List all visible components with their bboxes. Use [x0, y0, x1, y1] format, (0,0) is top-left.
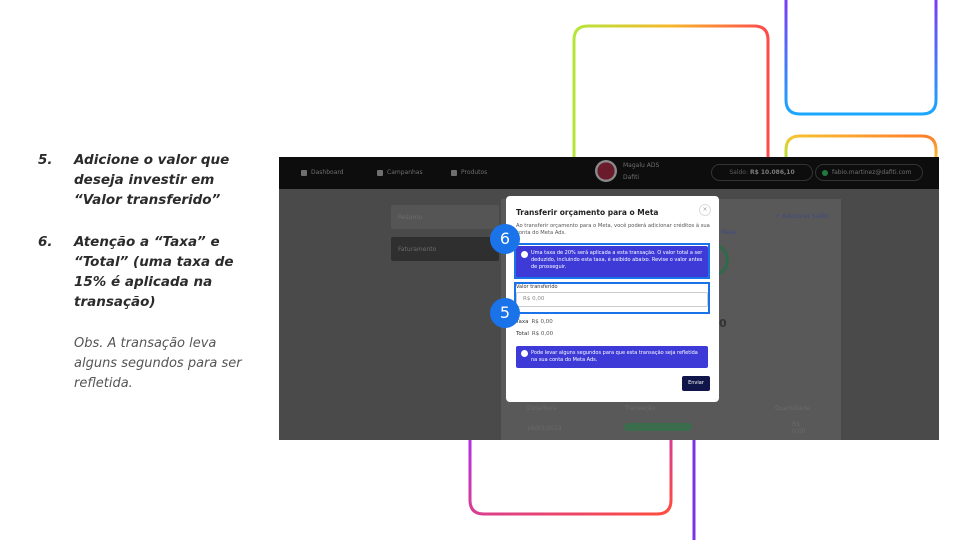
nav-label: Produtos	[461, 169, 488, 176]
user-menu[interactable]: fabio.martinez@dafiti.com	[815, 164, 923, 181]
slide: 5. Adicione o valor que deseja investir …	[0, 0, 960, 540]
info-notice: Pode levar alguns segundos para que esta…	[516, 346, 708, 368]
box-icon	[451, 169, 457, 176]
saldo-label: Saldo:	[729, 169, 748, 176]
step-number: 5.	[38, 152, 53, 168]
nav-label: Dashboard	[311, 169, 344, 176]
megaphone-icon	[377, 169, 383, 176]
step-text: Atenção a “Taxa” e “Total” (uma taxa de …	[74, 234, 234, 310]
row-transaction	[623, 423, 772, 433]
user-email: fabio.martinez@dafiti.com	[832, 169, 912, 176]
info-notice-text: Pode levar alguns segundos para que esta…	[531, 350, 698, 363]
col-date: Data/hora	[527, 404, 557, 412]
user-status-icon	[822, 169, 828, 176]
saldo-value: R$ 10.086,10	[749, 169, 795, 176]
home-icon	[301, 169, 307, 176]
close-icon[interactable]: ×	[699, 204, 711, 216]
step-6: 6. Atenção a “Taxa” e “Total” (uma taxa …	[38, 232, 253, 312]
modal-description: Ao transferir orçamento para o Meta, voc…	[516, 223, 710, 236]
info-icon	[521, 350, 528, 357]
saldo-pill[interactable]: Saldo: R$ 10.086,10	[711, 164, 813, 181]
fee-value: R$ 0,00	[531, 319, 553, 325]
nav-label: Campanhas	[387, 169, 423, 176]
badge-5: 5	[490, 298, 520, 328]
observation-note: Obs. A transação leva alguns segundos pa…	[74, 336, 242, 391]
meta-label: Meta	[721, 229, 736, 236]
add-balance-link[interactable]: + Adicionar Saldo	[775, 213, 829, 220]
step-5: 5. Adicione o valor que deseja investir …	[38, 150, 253, 210]
total-value: R$ 0,00	[531, 331, 554, 337]
col-quantity: Quantidade	[775, 404, 811, 412]
top-bar: Dashboard Campanhas Produtos Magalu ADS …	[279, 157, 939, 189]
modal-title: Transferir orçamento para o Meta	[516, 208, 659, 217]
brand-name: Magalu ADS	[623, 161, 660, 169]
brand-sub: Dafiti	[623, 173, 640, 181]
highlight-fee-warning	[514, 243, 710, 279]
row-date: 16/03/2023	[527, 424, 562, 432]
table-row: 16/03/2023 R$ 0,00	[501, 419, 841, 437]
instructions: 5. Adicione o valor que deseja investir …	[38, 150, 253, 394]
total-label: Total	[516, 331, 529, 337]
step-text: Adicione o valor que deseja investir em …	[74, 152, 230, 208]
col-transaction: Transação	[625, 404, 656, 412]
brand: Magalu ADS Dafiti	[595, 160, 659, 182]
nav-dashboard[interactable]: Dashboard	[301, 169, 344, 176]
sidebar: Resumo Faturamento	[391, 205, 499, 261]
sidebar-item-faturamento[interactable]: Faturamento	[391, 237, 499, 261]
sidebar-item-resumo[interactable]: Resumo	[391, 205, 499, 229]
badge-6: 6	[490, 224, 520, 254]
fee-row: Taxa R$ 0,00	[516, 319, 553, 325]
brand-logo-icon	[595, 160, 617, 182]
total-row: Total R$ 0,00	[516, 331, 553, 337]
send-button[interactable]: Enviar	[682, 376, 710, 391]
transaction-pill	[623, 423, 692, 431]
step-number: 6.	[38, 234, 53, 250]
highlight-transfer-value	[514, 282, 710, 314]
nav-produtos[interactable]: Produtos	[451, 169, 487, 176]
nav-campanhas[interactable]: Campanhas	[377, 169, 423, 176]
stat-value: 0	[719, 317, 727, 330]
row-amount: R$ 0,00	[792, 421, 806, 435]
